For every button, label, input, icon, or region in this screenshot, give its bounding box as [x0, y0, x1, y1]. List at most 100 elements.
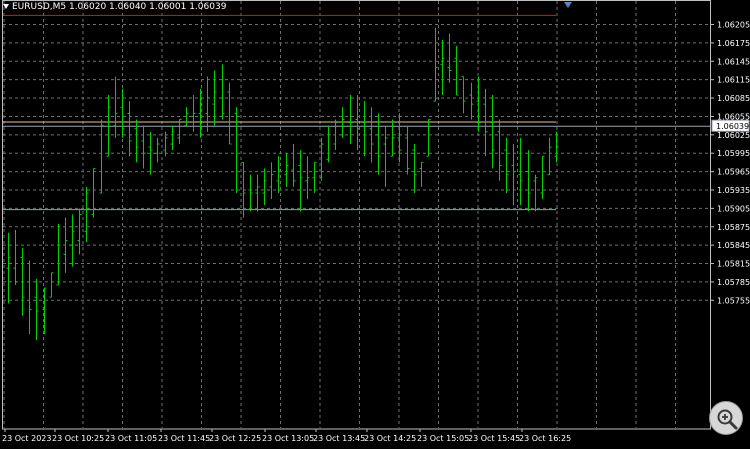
x-tick-label: 23 Oct 10:25: [52, 434, 104, 443]
chart-shift-icon[interactable]: [564, 2, 572, 8]
price-bar: [390, 119, 395, 157]
zoom-button[interactable]: [709, 401, 743, 435]
price-bar: [490, 94, 495, 169]
price-bar: [227, 82, 232, 145]
price-bar: [426, 119, 431, 157]
price-bar: [141, 125, 146, 169]
price-bar: [355, 94, 360, 151]
price-bar: [155, 137, 160, 163]
price-bar: [298, 150, 303, 212]
price-bar: [340, 107, 345, 138]
price-bar: [454, 45, 459, 96]
price-bars: [6, 27, 559, 341]
x-tick-label: 23 Oct 13:05: [262, 434, 314, 443]
y-tick-label: 1.05815: [717, 260, 750, 269]
y-tick-label: 1.05995: [717, 149, 750, 158]
price-bar: [34, 278, 39, 341]
price-bar: [533, 174, 538, 212]
axes: 1.06205 1.06175 1.06145 1.06115 1.06085 1.060…: [2, 2, 750, 443]
y-tick-label: 1.06145: [717, 57, 750, 66]
price-bar: [49, 272, 54, 298]
x-tick-label: 23 Oct 15:45: [468, 434, 520, 443]
y-tick-label: 1.05755: [717, 296, 750, 305]
x-tick-label: 23 Oct 12:25: [209, 434, 261, 443]
price-bar: [362, 101, 367, 157]
price-bar: [170, 125, 175, 151]
price-bar: [483, 88, 488, 157]
symbol-ohlc-text: EURUSD,M5 1.06020 1.06040 1.06001 1.0603…: [12, 2, 227, 12]
grid: [2, 0, 711, 430]
y-tick-label: 1.06205: [717, 21, 750, 30]
price-bar: [405, 125, 410, 175]
x-tick-label: 23 Oct 11:45: [158, 434, 210, 443]
price-bar: [305, 156, 310, 200]
price-bar: [106, 94, 111, 157]
x-tick-label: 23 Oct 13:45: [313, 434, 365, 443]
price-bar: [554, 131, 559, 163]
price-bar: [269, 162, 274, 200]
price-bar: [284, 153, 289, 187]
price-bar: [433, 27, 438, 102]
y-tick-label: 1.06085: [717, 94, 750, 103]
price-bar: [255, 174, 260, 212]
symbol-title: EURUSD,M5 1.06020 1.06040 1.06001 1.0603…: [3, 2, 226, 13]
y-tick-label: 1.05935: [717, 186, 750, 195]
y-tick-label: 1.05845: [717, 241, 750, 250]
price-bar: [120, 88, 125, 138]
price-bar: [383, 125, 388, 187]
price-bar: [56, 223, 61, 286]
price-bar: [447, 33, 452, 83]
y-tick-label: 1.06115: [717, 76, 750, 85]
price-bar: [13, 229, 18, 285]
y-tick-label: 1.05965: [717, 168, 750, 177]
price-bar: [248, 174, 253, 212]
price-bar: [262, 168, 267, 206]
price-bar: [99, 119, 104, 194]
price-bar: [198, 88, 203, 138]
price-bar: [526, 150, 531, 212]
price-bar: [220, 64, 225, 120]
price-bar: [547, 137, 552, 176]
price-bar: [127, 101, 132, 157]
price-bar: [540, 155, 545, 200]
x-tick-label: 23 Oct 2023: [2, 434, 51, 443]
price-bar: [461, 76, 466, 114]
price-bar: [326, 125, 331, 163]
chart-canvas[interactable]: 1.06205 1.06175 1.06145 1.06115 1.06085 1.060…: [0, 0, 750, 445]
price-bar: [205, 76, 210, 132]
price-bar: [476, 76, 481, 132]
price-bar: [412, 144, 417, 194]
price-bar: [419, 161, 424, 187]
x-tick-label: 23 Oct 15:05: [417, 434, 469, 443]
x-tick-label: 23 Oct 11:05: [105, 434, 157, 443]
chart-window[interactable]: 1.06205 1.06175 1.06145 1.06115 1.06085 1.060…: [0, 0, 750, 445]
price-bar: [113, 76, 118, 138]
price-bar: [440, 39, 445, 95]
y-tick-label: 1.06175: [717, 39, 750, 48]
price-bar: [70, 214, 75, 267]
y-tick-label: 1.06025: [717, 131, 750, 140]
price-bar: [91, 168, 96, 218]
price-bar: [27, 260, 32, 335]
price-bar: [177, 119, 182, 145]
price-bar: [84, 186, 89, 243]
dropdown-triangle-icon[interactable]: [3, 4, 9, 9]
last-price-label: 1.06039: [716, 122, 749, 131]
y-tick-label: 1.05905: [717, 204, 750, 213]
price-bar: [163, 131, 168, 157]
y-tick-label: 1.05875: [717, 223, 750, 232]
x-tick-label: 23 Oct 14:25: [364, 434, 416, 443]
magnifier-icon: [717, 409, 738, 430]
price-bar: [497, 119, 502, 181]
price-bar: [348, 94, 353, 145]
price-bar: [77, 208, 82, 255]
x-tick-label: 23 Oct 16:25: [519, 434, 571, 443]
price-bar: [6, 232, 11, 304]
price-bar: [276, 156, 281, 194]
price-bar: [469, 82, 474, 120]
price-bar: [376, 113, 381, 175]
price-bar: [291, 144, 296, 187]
y-tick-label: 1.05785: [717, 278, 750, 287]
price-bar: [312, 161, 317, 194]
price-bar: [234, 107, 239, 194]
